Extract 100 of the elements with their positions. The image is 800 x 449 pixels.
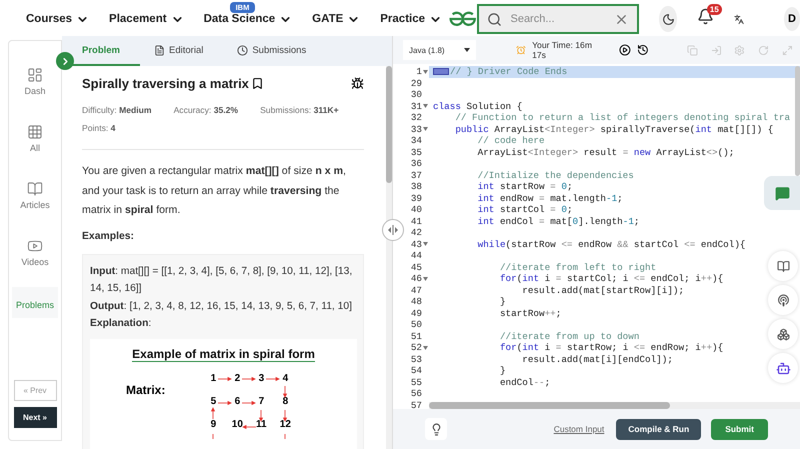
problem-description: You are given a rectangular matrix mat[][] of size n x m, and your task is to return an array while traversing the matrix in spiral form. bbox=[82, 164, 347, 218]
tab[interactable]: Editorial bbox=[148, 36, 224, 66]
sidebar-item[interactable]: Dash bbox=[12, 59, 58, 104]
scrollbar[interactable] bbox=[429, 402, 800, 409]
compile-run-button[interactable]: Compile & Run bbox=[616, 418, 702, 440]
search-field[interactable]: Search... bbox=[508, 12, 608, 26]
nav-menu[interactable]: Practice bbox=[380, 12, 442, 26]
book-button[interactable] bbox=[768, 251, 798, 281]
nav-menu[interactable]: Data Science bbox=[204, 12, 292, 26]
sidebar-item[interactable]: Videos bbox=[12, 230, 58, 275]
bot-button[interactable] bbox=[768, 353, 798, 383]
matrix-number: 6 bbox=[234, 396, 242, 406]
nav-menu[interactable]: Courses bbox=[26, 12, 90, 26]
moon-icon bbox=[662, 12, 675, 26]
expand-button[interactable] bbox=[56, 52, 74, 70]
line-number: 48 bbox=[410, 296, 422, 308]
line-number: 41 bbox=[410, 216, 422, 227]
bug-icon[interactable] bbox=[351, 77, 364, 90]
code-line: class Solution { bbox=[433, 100, 522, 112]
matrix-number: 2 bbox=[234, 372, 242, 384]
sidebar-item[interactable]: Articles bbox=[12, 173, 58, 218]
problem-stat: Accuracy: 35.2% bbox=[174, 104, 238, 117]
fold-arrow-icon[interactable] bbox=[423, 346, 428, 350]
matrix-number: 7 bbox=[258, 396, 266, 406]
line-number: 55 bbox=[410, 376, 422, 388]
code-line: endCol--; bbox=[498, 376, 550, 388]
custom-input-link[interactable]: Custom Input bbox=[554, 424, 604, 434]
matrix-number: 8 bbox=[282, 396, 290, 406]
bookmark-icon[interactable] bbox=[250, 77, 264, 90]
nav-menu[interactable]: GATE bbox=[312, 12, 360, 26]
matrix-number: 1 bbox=[210, 372, 218, 384]
problem-stat: Difficulty: Medium bbox=[82, 104, 152, 117]
submit-button[interactable]: Submit bbox=[711, 418, 768, 440]
chat-button[interactable] bbox=[764, 176, 800, 210]
line-number: 40 bbox=[410, 204, 422, 216]
example-text: Explanation: bbox=[90, 317, 152, 331]
problem-stat: Points: 4 bbox=[82, 122, 116, 135]
line-number: 46 bbox=[410, 273, 422, 284]
clock-icon bbox=[237, 44, 248, 56]
video-icon bbox=[27, 238, 43, 254]
line-number: 1 bbox=[416, 66, 422, 78]
line-number: 43 bbox=[410, 238, 422, 250]
resize-handle[interactable] bbox=[382, 219, 404, 241]
theme-toggle[interactable] bbox=[659, 6, 677, 32]
line-number: 47 bbox=[410, 284, 422, 296]
play-icon[interactable] bbox=[619, 44, 632, 56]
figure-label: Matrix: bbox=[126, 382, 166, 398]
figure-title: Example of matrix in spiral form bbox=[132, 346, 315, 362]
line-number: 54 bbox=[410, 365, 422, 376]
fold-arrow-icon[interactable] bbox=[423, 127, 428, 132]
fold-arrow-icon[interactable] bbox=[423, 242, 428, 246]
apps-button[interactable] bbox=[768, 319, 798, 349]
search-bar[interactable]: Search... bbox=[477, 4, 640, 34]
code-line: // } Driver Code Ends bbox=[450, 66, 568, 78]
fold-arrow-icon[interactable] bbox=[423, 70, 428, 74]
line-number: 30 bbox=[410, 89, 422, 100]
line-number: 39 bbox=[410, 192, 422, 204]
examples-heading: Examples: bbox=[82, 230, 135, 242]
chat-icon bbox=[774, 186, 790, 200]
book-icon bbox=[27, 181, 43, 197]
code-line: int startRow = 0; bbox=[476, 181, 573, 192]
line-number: 38 bbox=[410, 181, 422, 192]
code-line: for(int i = startCol; i <= endCol; i++){ bbox=[498, 273, 724, 284]
matrix-number: 5 bbox=[210, 396, 218, 406]
language-dropdown[interactable]: Java (1.8) bbox=[403, 40, 476, 60]
code-line: } bbox=[498, 296, 506, 308]
alarm-clock-icon bbox=[516, 45, 526, 55]
timer-text: Your Time: 16m 17s bbox=[532, 40, 593, 60]
history-icon[interactable] bbox=[637, 44, 649, 56]
code-line: for(int i = startRow; i <= endRow; i++){ bbox=[498, 342, 724, 354]
nav-menu[interactable]: Placement bbox=[109, 12, 184, 26]
code-line: int startCol = 0; bbox=[476, 204, 573, 216]
example-text: Output: [1, 2, 3, 4, 8, 12, 16, 15, 14, 13, 9, 5, 6, 7, 11, 10] bbox=[90, 300, 353, 314]
fold-widget-icon[interactable] bbox=[433, 68, 449, 76]
matrix-number: 11 bbox=[255, 418, 268, 430]
avatar[interactable]: D bbox=[784, 7, 800, 31]
sidebar-item[interactable]: Problems bbox=[12, 287, 58, 318]
tab[interactable]: Submissions bbox=[231, 36, 326, 66]
problem-title: Spirally traversing a matrix bbox=[82, 76, 249, 91]
scrollbar-thumb[interactable] bbox=[795, 66, 800, 176]
next-button[interactable]: Next » bbox=[14, 407, 56, 428]
matrix-number: 4 bbox=[282, 372, 290, 384]
line-number: 33 bbox=[410, 124, 422, 135]
code-line: int endRow = mat.length-1; bbox=[476, 192, 623, 204]
hint-button[interactable] bbox=[425, 418, 447, 440]
search-icon bbox=[487, 12, 502, 26]
code-line: ArrayList<Integer> result = new ArrayList<>(); bbox=[476, 146, 734, 158]
podcast-button[interactable] bbox=[768, 285, 798, 315]
line-number: 31 bbox=[410, 100, 422, 112]
code-line: int endCol = mat[0].length-1; bbox=[476, 216, 640, 227]
code-line: //iterate from up to down bbox=[498, 330, 640, 342]
matrix-number: 12 bbox=[278, 418, 292, 430]
line-number: 45 bbox=[410, 262, 422, 273]
dashboard-icon bbox=[27, 67, 43, 83]
dropdown-caret-icon bbox=[464, 48, 470, 52]
sidebar-item[interactable]: All bbox=[12, 116, 58, 161]
fold-arrow-icon[interactable] bbox=[423, 104, 428, 108]
line-number: 44 bbox=[410, 250, 422, 262]
scrollbar[interactable] bbox=[386, 66, 392, 449]
fold-arrow-icon[interactable] bbox=[423, 276, 428, 281]
